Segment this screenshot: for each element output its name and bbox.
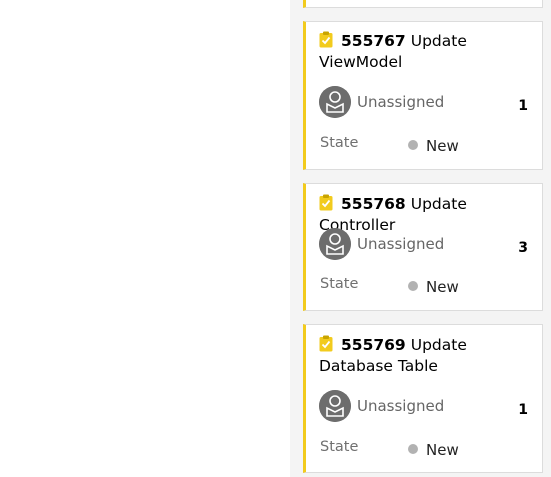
state-text: New	[426, 278, 459, 296]
card-title-row: 555767 Update ViewModel	[319, 31, 534, 73]
task-clipboard-icon	[319, 194, 333, 211]
assignee[interactable]: Unassigned	[319, 390, 469, 422]
task-card-partial[interactable]	[303, 0, 543, 8]
assignee[interactable]: Unassigned	[319, 228, 469, 260]
assignee-name: Unassigned	[357, 93, 445, 111]
task-card[interactable]: 555769 Update Database Table Unassigned 1…	[303, 324, 543, 473]
state-dot-icon	[408, 444, 418, 454]
state-value[interactable]: New	[408, 441, 459, 459]
state-text: New	[426, 441, 459, 459]
assignee[interactable]: Unassigned	[319, 86, 469, 118]
assignee-name: Unassigned	[357, 397, 445, 415]
state-dot-icon	[408, 140, 418, 150]
state-value[interactable]: New	[408, 137, 459, 155]
story-points: 3	[518, 240, 528, 256]
avatar-icon	[319, 86, 351, 118]
state-label: State	[320, 135, 359, 151]
card-id[interactable]: 555767	[341, 32, 406, 50]
story-points: 1	[518, 402, 528, 418]
task-card[interactable]: 555768 Update Controller Unassigned 3 Sta…	[303, 183, 543, 311]
state-value[interactable]: New	[408, 278, 459, 296]
task-clipboard-icon	[319, 335, 333, 352]
avatar-icon	[319, 228, 351, 260]
card-id[interactable]: 555768	[341, 195, 406, 213]
task-card[interactable]: 555767 Update ViewModel Unassigned 1 Stat…	[303, 21, 543, 170]
story-points: 1	[518, 98, 528, 114]
card-id[interactable]: 555769	[341, 336, 406, 354]
task-clipboard-icon	[319, 31, 333, 48]
avatar-icon	[319, 390, 351, 422]
state-label: State	[320, 439, 359, 455]
state-label: State	[320, 276, 359, 292]
state-text: New	[426, 137, 459, 155]
state-dot-icon	[408, 281, 418, 291]
assignee-name: Unassigned	[357, 235, 445, 253]
card-title-row: 555769 Update Database Table	[319, 335, 534, 377]
